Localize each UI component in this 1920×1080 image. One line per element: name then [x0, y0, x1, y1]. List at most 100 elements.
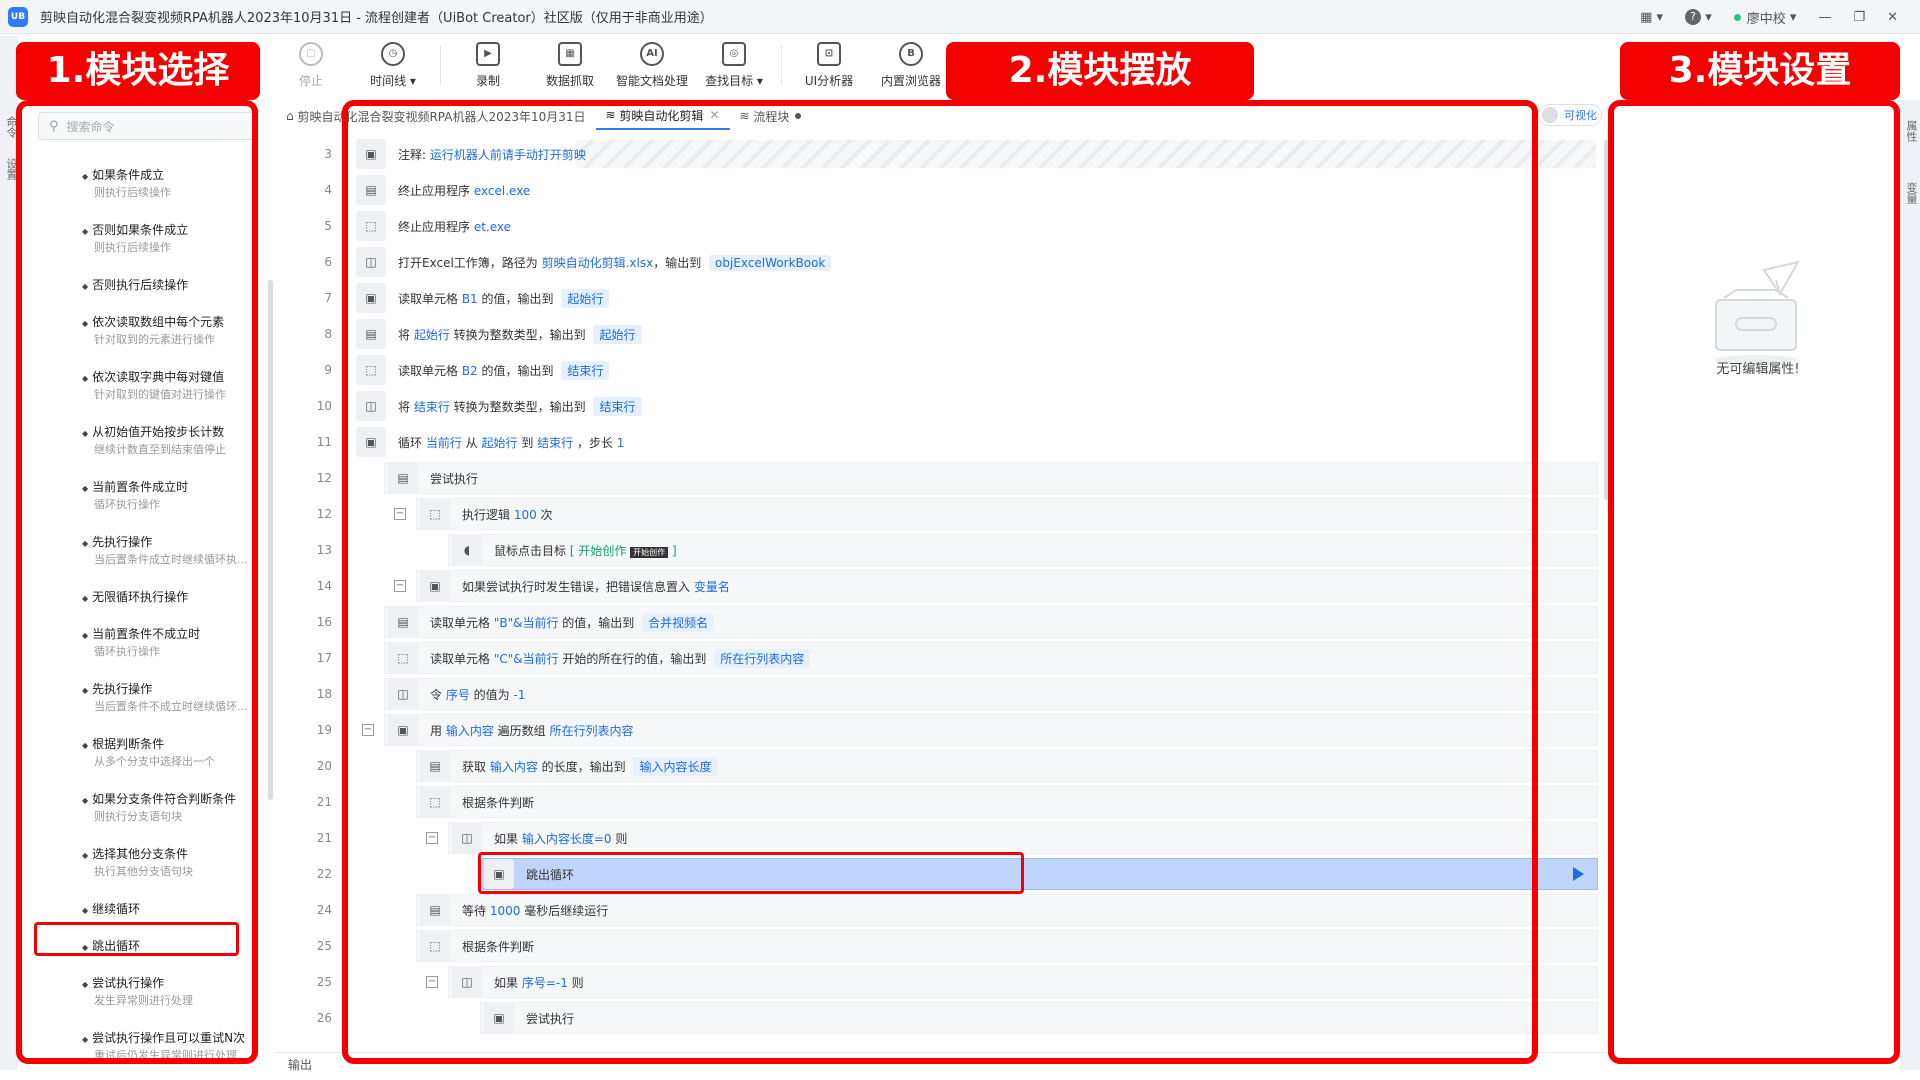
flow-command-row[interactable]: 26 ▣ 尝试执行: [276, 1000, 1606, 1036]
layout-icon[interactable]: ▦ ▾: [1640, 10, 1663, 25]
flow-command-row[interactable]: 6 ◫ 打开Excel工作簿，路径为 剪映自动化剪辑.xlsx，输出到 objExc…: [276, 244, 1606, 280]
output-variable-pill[interactable]: 结束行: [593, 396, 642, 416]
flow-command-row[interactable]: 21 − ◫ 如果 输入内容长度=0 则: [276, 820, 1606, 856]
flow-command-row[interactable]: 12 ▤ 尝试执行: [276, 460, 1606, 496]
ui-analyzer-button[interactable]: ⊡ UI分析器: [788, 36, 870, 94]
collapse-toggle-icon[interactable]: −: [426, 976, 438, 988]
tab-project[interactable]: ⌂ 剪映自动化混合裂变视频RPA机器人2023年10月31日: [276, 102, 596, 130]
command-list-scrollbar[interactable]: [268, 280, 273, 800]
flow-command-row[interactable]: 12 − ⬚ 执行逻辑 100 次: [276, 496, 1606, 532]
command-item[interactable]: ◆ 否则执行后续操作: [82, 276, 278, 313]
command-item[interactable]: ◆ 依次读取数组中每个元素 针对取到的元素进行操作: [82, 313, 278, 368]
command-item[interactable]: ◆ 否则如果条件成立 则执行后续操作: [82, 221, 278, 276]
parameter-value[interactable]: 当前行: [426, 436, 462, 450]
flow-command-row[interactable]: 9 ⬚ 读取单元格 B2 的值，输出到 结束行: [276, 352, 1606, 388]
search-input[interactable]: ⚲ 搜索命令: [38, 112, 258, 140]
flow-command-row[interactable]: 19 − ▣ 用 输入内容 遍历数组 所在行列表内容: [276, 712, 1606, 748]
command-item[interactable]: ◆ 继续循环: [82, 900, 278, 937]
flow-command-row[interactable]: 8 ▤ 将 起始行 转换为整数类型，输出到 起始行: [276, 316, 1606, 352]
parameter-value[interactable]: -1: [513, 688, 525, 702]
tab-flow-block[interactable]: ≋ 流程块: [730, 102, 812, 130]
parameter-value[interactable]: 变量名: [694, 580, 730, 594]
flow-command-row[interactable]: 4 ▤ 终止应用程序 excel.exe: [276, 172, 1606, 208]
flow-command-row[interactable]: 3 ▣ 注释: 运行机器人前请手动打开剪映: [276, 136, 1606, 172]
parameter-value[interactable]: B2: [462, 364, 478, 378]
close-tab-icon[interactable]: ✕: [709, 108, 719, 122]
parameter-value[interactable]: 所在行列表内容: [549, 724, 633, 738]
parameter-value[interactable]: 1000: [490, 904, 521, 918]
flow-command-row[interactable]: 17 ⬚ 读取单元格 "C"&当前行 开始的所在行的值，输出到 所在行列表内容: [276, 640, 1606, 676]
collapse-toggle-icon[interactable]: −: [362, 724, 374, 736]
output-variable-pill[interactable]: 起始行: [593, 324, 642, 344]
flow-command-row[interactable]: 16 ▤ 读取单元格 "B"&当前行 的值，输出到 合并视频名: [276, 604, 1606, 640]
command-item[interactable]: ◆ 根据判断条件 从多个分支中选择出一个: [82, 735, 278, 790]
parameter-value[interactable]: 输入内容: [490, 760, 538, 774]
output-variable-pill[interactable]: objExcelWorkBook: [709, 254, 832, 271]
command-item[interactable]: ◆ 依次读取字典中每对键值 针对取到的键值对进行操作: [82, 368, 278, 423]
parameter-value[interactable]: B1: [462, 292, 478, 306]
command-item[interactable]: ◆ 无限循环执行操作: [82, 588, 278, 625]
output-variable-pill[interactable]: 输入内容长度: [633, 756, 718, 776]
command-item[interactable]: ◆ 当前置条件不成立时 循环执行操作: [82, 625, 278, 680]
flow-command-row[interactable]: 7 ▣ 读取单元格 B1 的值，输出到 起始行: [276, 280, 1606, 316]
parameter-value[interactable]: 运行机器人前请手动打开剪映: [430, 148, 586, 162]
parameter-value[interactable]: et.exe: [474, 220, 511, 234]
flow-command-row[interactable]: 25 ⬚ 根据条件判断: [276, 928, 1606, 964]
output-variable-pill[interactable]: 所在行列表内容: [714, 648, 811, 668]
tab-flow-edit[interactable]: ≋ 剪映自动化剪辑 ✕: [595, 102, 730, 130]
side-tab-settings[interactable]: 设置: [3, 158, 19, 180]
parameter-value[interactable]: 输入内容: [446, 724, 494, 738]
parameter-value[interactable]: 100: [514, 508, 537, 522]
command-item[interactable]: ◆ 跳出循环: [82, 937, 278, 974]
command-item[interactable]: ◆ 尝试执行操作且可以重试N次 重试后仍发生异常则进行处理: [82, 1029, 278, 1080]
parameter-value[interactable]: 结束行: [537, 436, 573, 450]
parameter-value[interactable]: 序号=-1: [522, 976, 568, 990]
flow-command-row[interactable]: 11 ▣ 循环 当前行 从 起始行 到 结束行 ，步长 1: [276, 424, 1606, 460]
ai-document-button[interactable]: AI 智能文档处理: [611, 36, 693, 94]
parameter-value[interactable]: "B"&当前行: [494, 616, 559, 630]
parameter-value[interactable]: "C"&当前行: [494, 652, 559, 666]
flow-command-row[interactable]: 25 − ◫ 如果 序号=-1 则: [276, 964, 1606, 1000]
collapse-toggle-icon[interactable]: −: [394, 508, 406, 520]
parameter-value[interactable]: 结束行: [414, 400, 450, 414]
command-item[interactable]: ◆ 如果分支条件符合判断条件 则执行分支语句块: [82, 790, 278, 845]
record-button[interactable]: ▶ 录制: [447, 36, 529, 94]
flow-command-row[interactable]: 14 − ▣ 如果尝试执行时发生错误，把错误信息置入 变量名: [276, 568, 1606, 604]
output-variable-pill[interactable]: 合并视频名: [642, 612, 715, 632]
side-tab-variables[interactable]: 变量: [1903, 182, 1919, 204]
side-tab-commands[interactable]: 命令: [3, 116, 19, 138]
browser-button[interactable]: B 内置浏览器: [870, 36, 952, 94]
parameter-value[interactable]: 剪映自动化剪辑.xlsx: [542, 256, 654, 270]
find-target-button[interactable]: ◎ 查找目标 ▾: [693, 36, 775, 94]
command-item[interactable]: ◆ 尝试执行操作 发生异常则进行处理: [82, 974, 278, 1029]
flow-command-row[interactable]: 13 ◖ 鼠标点击目标 [ 开始创作 开始创作 ]: [276, 532, 1606, 568]
visual-toggle[interactable]: 可视化: [1538, 104, 1602, 126]
flow-command-row[interactable]: 18 ◫ 令 序号 的值为 -1: [276, 676, 1606, 712]
help-icon[interactable]: ? ▾: [1685, 9, 1712, 25]
parameter-value[interactable]: 起始行: [481, 436, 517, 450]
command-item[interactable]: ◆ 先执行操作 当后置条件不成立时继续循环...: [82, 680, 278, 735]
parameter-value[interactable]: 起始行: [414, 328, 450, 342]
output-variable-pill[interactable]: 结束行: [561, 360, 610, 380]
flow-command-row[interactable]: 5 ⬚ 终止应用程序 et.exe: [276, 208, 1606, 244]
user-menu[interactable]: 廖中校 ▾: [1733, 8, 1796, 27]
minimize-button[interactable]: —: [1818, 10, 1831, 25]
command-item[interactable]: ◆ 当前置条件成立时 循环执行操作: [82, 478, 278, 533]
parameter-value[interactable]: 序号: [446, 688, 470, 702]
parameter-value[interactable]: 输入内容长度=0: [522, 832, 612, 846]
timeline-button[interactable]: ◷ 时间线 ▾: [352, 36, 434, 94]
run-from-here-icon[interactable]: [1573, 867, 1584, 881]
side-tab-properties[interactable]: 属性: [1903, 120, 1919, 142]
command-item[interactable]: ◆ 从初始值开始按步长计数 继续计数直至到结束值停止: [82, 423, 278, 478]
editor-scrollbar[interactable]: [1604, 140, 1609, 500]
collapse-toggle-icon[interactable]: −: [394, 580, 406, 592]
flow-command-row[interactable]: 24 ▤ 等待 1000 毫秒后继续运行: [276, 892, 1606, 928]
output-variable-pill[interactable]: 起始行: [561, 288, 610, 308]
flow-command-row[interactable]: 20 ▤ 获取 输入内容 的长度，输出到 输入内容长度: [276, 748, 1606, 784]
output-bar[interactable]: 输出: [276, 1052, 1616, 1076]
data-scrape-button[interactable]: ▦ 数据抓取: [529, 36, 611, 94]
flow-command-row[interactable]: 10 ◫ 将 结束行 转换为整数类型，输出到 结束行: [276, 388, 1606, 424]
flow-command-row[interactable]: 21 ⬚ 根据条件判断: [276, 784, 1606, 820]
parameter-value[interactable]: excel.exe: [474, 184, 530, 198]
close-button[interactable]: ✕: [1887, 10, 1898, 25]
